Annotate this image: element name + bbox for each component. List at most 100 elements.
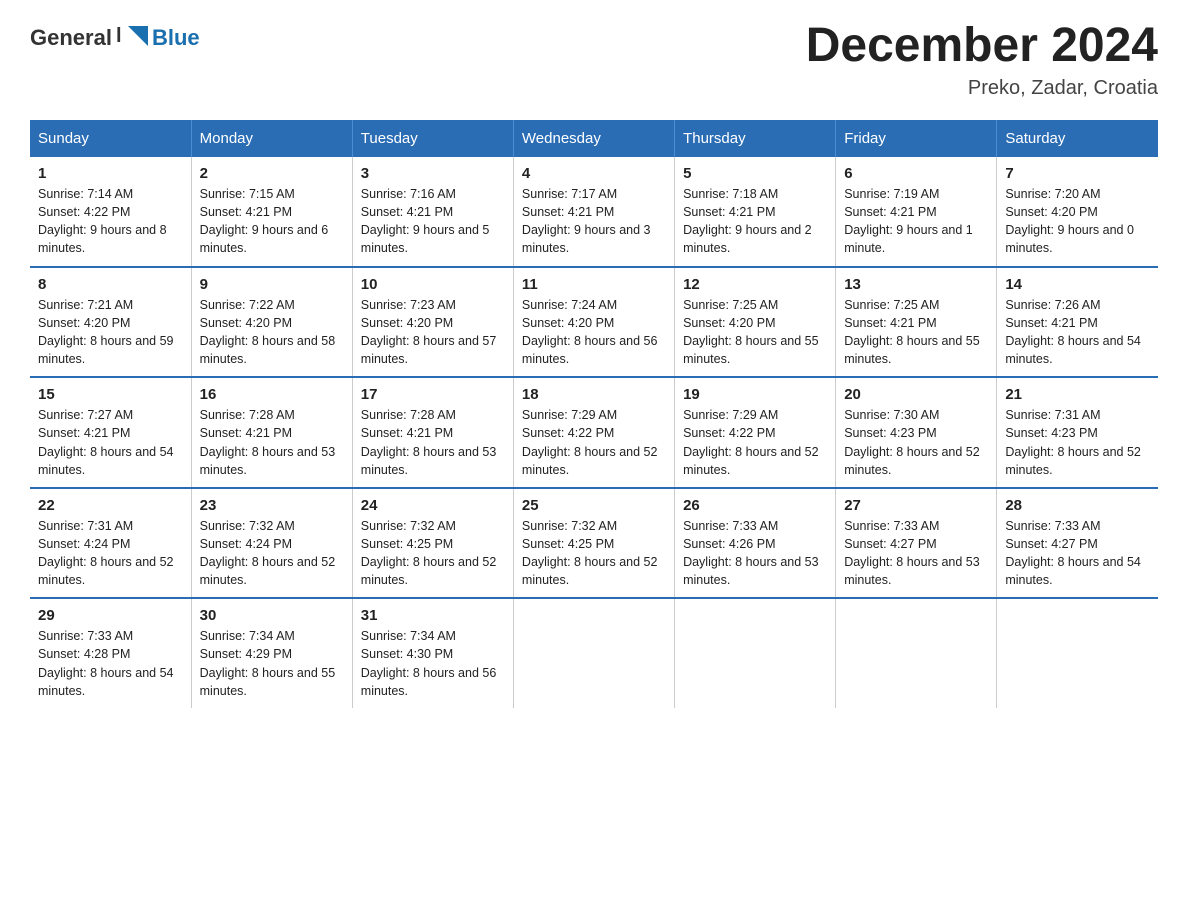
day-info: Sunrise: 7:26 AMSunset: 4:21 PMDaylight:… [1005,298,1141,366]
day-number: 12 [683,276,827,293]
day-info: Sunrise: 7:34 AMSunset: 4:30 PMDaylight:… [361,629,497,697]
calendar-cell: 30 Sunrise: 7:34 AMSunset: 4:29 PMDayligh… [191,598,352,708]
header-friday: Friday [836,120,997,157]
calendar-cell: 10 Sunrise: 7:23 AMSunset: 4:20 PMDayligh… [352,267,513,378]
day-number: 3 [361,165,505,182]
day-number: 8 [38,276,183,293]
day-number: 25 [522,497,666,514]
day-number: 23 [200,497,344,514]
day-info: Sunrise: 7:33 AMSunset: 4:26 PMDaylight:… [683,519,819,587]
day-info: Sunrise: 7:34 AMSunset: 4:29 PMDaylight:… [200,629,336,697]
day-info: Sunrise: 7:22 AMSunset: 4:20 PMDaylight:… [200,298,336,366]
day-info: Sunrise: 7:27 AMSunset: 4:21 PMDaylight:… [38,408,174,476]
day-info: Sunrise: 7:33 AMSunset: 4:27 PMDaylight:… [844,519,980,587]
title-block: December 2024 Preko, Zadar, Croatia [806,20,1158,100]
logo-general-text: General [30,25,112,51]
day-number: 15 [38,386,183,403]
day-info: Sunrise: 7:28 AMSunset: 4:21 PMDaylight:… [361,408,497,476]
day-number: 1 [38,165,183,182]
day-number: 14 [1005,276,1150,293]
header-wednesday: Wednesday [513,120,674,157]
calendar-cell: 12 Sunrise: 7:25 AMSunset: 4:20 PMDayligh… [675,267,836,378]
day-info: Sunrise: 7:14 AMSunset: 4:22 PMDaylight:… [38,187,167,255]
calendar-cell: 29 Sunrise: 7:33 AMSunset: 4:28 PMDayligh… [30,598,191,708]
day-info: Sunrise: 7:32 AMSunset: 4:25 PMDaylight:… [522,519,658,587]
day-number: 18 [522,386,666,403]
day-number: 6 [844,165,988,182]
header-saturday: Saturday [997,120,1158,157]
calendar-cell: 22Sunrise: 7:31 AMSunset: 4:24 PMDayligh… [30,488,191,599]
calendar-week-row: 1 Sunrise: 7:14 AMSunset: 4:22 PMDaylight… [30,157,1158,267]
day-info: Sunrise: 7:20 AMSunset: 4:20 PMDaylight:… [1005,187,1134,255]
day-info: Sunrise: 7:29 AMSunset: 4:22 PMDaylight:… [683,408,819,476]
day-info: Sunrise: 7:33 AMSunset: 4:28 PMDaylight:… [38,629,174,697]
calendar-cell: 21Sunrise: 7:31 AMSunset: 4:23 PMDayligh… [997,377,1158,488]
calendar-week-row: 22Sunrise: 7:31 AMSunset: 4:24 PMDayligh… [30,488,1158,599]
day-number: 4 [522,165,666,182]
day-number: 2 [200,165,344,182]
day-info: Sunrise: 7:32 AMSunset: 4:25 PMDaylight:… [361,519,497,587]
calendar-table: SundayMondayTuesdayWednesdayThursdayFrid… [30,120,1158,709]
calendar-week-row: 8Sunrise: 7:21 AMSunset: 4:20 PMDaylight… [30,267,1158,378]
calendar-cell: 9 Sunrise: 7:22 AMSunset: 4:20 PMDaylight… [191,267,352,378]
day-number: 21 [1005,386,1150,403]
calendar-cell: 17 Sunrise: 7:28 AMSunset: 4:21 PMDayligh… [352,377,513,488]
day-number: 5 [683,165,827,182]
day-number: 29 [38,607,183,624]
calendar-cell [675,598,836,708]
logo-blue-text: Blue [152,25,200,51]
day-number: 24 [361,497,505,514]
calendar-cell: 3 Sunrise: 7:16 AMSunset: 4:21 PMDaylight… [352,157,513,267]
day-number: 11 [522,276,666,293]
calendar-cell [513,598,674,708]
calendar-cell: 16 Sunrise: 7:28 AMSunset: 4:21 PMDayligh… [191,377,352,488]
day-number: 19 [683,386,827,403]
calendar-cell [997,598,1158,708]
day-number: 17 [361,386,505,403]
location: Preko, Zadar, Croatia [806,77,1158,100]
day-number: 16 [200,386,344,403]
calendar-cell: 11 Sunrise: 7:24 AMSunset: 4:20 PMDayligh… [513,267,674,378]
header-monday: Monday [191,120,352,157]
day-info: Sunrise: 7:16 AMSunset: 4:21 PMDaylight:… [361,187,490,255]
day-info: Sunrise: 7:32 AMSunset: 4:24 PMDaylight:… [200,519,336,587]
day-info: Sunrise: 7:18 AMSunset: 4:21 PMDaylight:… [683,187,812,255]
calendar-cell: 4 Sunrise: 7:17 AMSunset: 4:21 PMDaylight… [513,157,674,267]
calendar-cell: 24 Sunrise: 7:32 AMSunset: 4:25 PMDayligh… [352,488,513,599]
calendar-cell: 25 Sunrise: 7:32 AMSunset: 4:25 PMDayligh… [513,488,674,599]
svg-text:l: l [116,25,122,47]
calendar-cell: 8Sunrise: 7:21 AMSunset: 4:20 PMDaylight… [30,267,191,378]
calendar-cell: 2 Sunrise: 7:15 AMSunset: 4:21 PMDaylight… [191,157,352,267]
header-sunday: Sunday [30,120,191,157]
day-info: Sunrise: 7:23 AMSunset: 4:20 PMDaylight:… [361,298,497,366]
day-info: Sunrise: 7:15 AMSunset: 4:21 PMDaylight:… [200,187,329,255]
logo: General l Blue [30,20,200,56]
header-tuesday: Tuesday [352,120,513,157]
day-info: Sunrise: 7:25 AMSunset: 4:21 PMDaylight:… [844,298,980,366]
calendar-cell: 18 Sunrise: 7:29 AMSunset: 4:22 PMDayligh… [513,377,674,488]
day-number: 9 [200,276,344,293]
day-number: 30 [200,607,344,624]
calendar-cell: 1 Sunrise: 7:14 AMSunset: 4:22 PMDaylight… [30,157,191,267]
day-info: Sunrise: 7:17 AMSunset: 4:21 PMDaylight:… [522,187,651,255]
calendar-cell [836,598,997,708]
day-number: 7 [1005,165,1150,182]
calendar-cell: 27Sunrise: 7:33 AMSunset: 4:27 PMDayligh… [836,488,997,599]
day-number: 20 [844,386,988,403]
page-header: General l Blue December 2024 Preko, Zada… [30,20,1158,100]
calendar-cell: 7 Sunrise: 7:20 AMSunset: 4:20 PMDaylight… [997,157,1158,267]
calendar-cell: 5 Sunrise: 7:18 AMSunset: 4:21 PMDaylight… [675,157,836,267]
day-number: 22 [38,497,183,514]
calendar-cell: 23 Sunrise: 7:32 AMSunset: 4:24 PMDayligh… [191,488,352,599]
day-number: 13 [844,276,988,293]
day-info: Sunrise: 7:30 AMSunset: 4:23 PMDaylight:… [844,408,980,476]
calendar-header-row: SundayMondayTuesdayWednesdayThursdayFrid… [30,120,1158,157]
day-number: 10 [361,276,505,293]
calendar-cell: 20 Sunrise: 7:30 AMSunset: 4:23 PMDayligh… [836,377,997,488]
day-info: Sunrise: 7:29 AMSunset: 4:22 PMDaylight:… [522,408,658,476]
day-info: Sunrise: 7:25 AMSunset: 4:20 PMDaylight:… [683,298,819,366]
day-info: Sunrise: 7:28 AMSunset: 4:21 PMDaylight:… [200,408,336,476]
calendar-cell: 28Sunrise: 7:33 AMSunset: 4:27 PMDayligh… [997,488,1158,599]
day-info: Sunrise: 7:24 AMSunset: 4:20 PMDaylight:… [522,298,658,366]
header-thursday: Thursday [675,120,836,157]
